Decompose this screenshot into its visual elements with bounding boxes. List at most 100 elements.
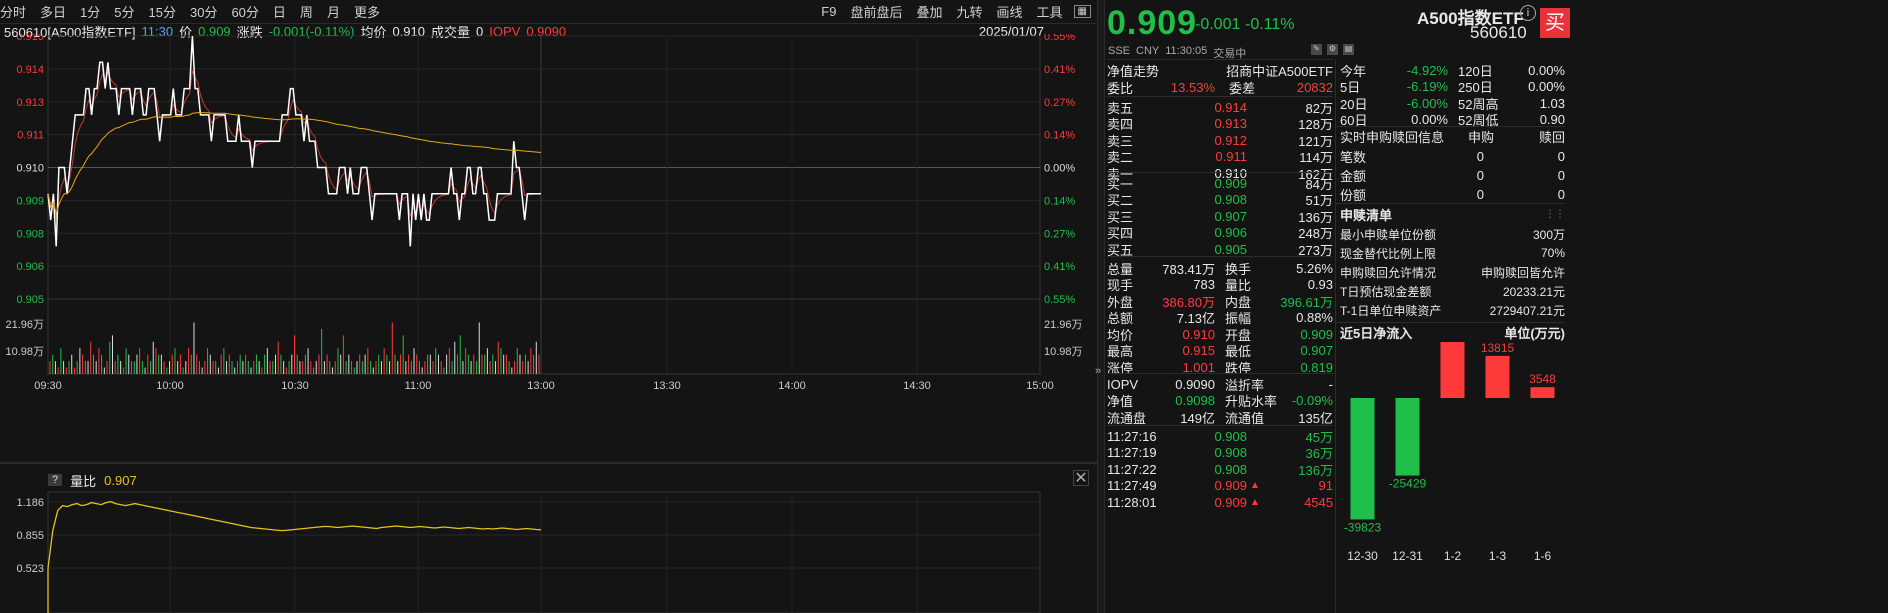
- period-tab-3[interactable]: 5分: [107, 2, 141, 21]
- intraday-chart[interactable]: 0.915 0.55% 0.914 0.41% 0.913 0.27% 0.911 0.14%…: [0, 34, 1097, 462]
- time-tick-label: 10:00: [156, 380, 184, 392]
- quote-panel: 0.909 -0.001 -0.11% A500指数ETF i 560610 买…: [1107, 0, 1888, 613]
- arrow-up-icon: ▲: [1250, 496, 1260, 508]
- tick-time: 11:27:16: [1107, 428, 1157, 444]
- tool-tab-3[interactable]: 九转: [950, 2, 990, 21]
- time-tick-label: 15:00: [1026, 380, 1054, 392]
- settings-icon[interactable]: ⚙: [1327, 44, 1338, 55]
- lower-frame: [47, 491, 1041, 613]
- price-tick-label: 0.905: [16, 294, 44, 306]
- pct-tick-label: 0.14%: [1044, 130, 1075, 142]
- inflow-value-label: -39823: [1344, 520, 1382, 534]
- sgqd-value: 2729407.21元: [1489, 303, 1565, 318]
- tool-tab-5[interactable]: 工具: [1030, 2, 1070, 21]
- price-change-pct: -0.11%: [1245, 16, 1295, 33]
- inflow-bar: [1485, 355, 1510, 398]
- time-tick-label: 10:30: [281, 380, 309, 392]
- period-tab-1[interactable]: 多日: [33, 2, 73, 21]
- time-tick-label: 11:00: [405, 380, 432, 392]
- bids-price: 0.909: [1214, 175, 1247, 191]
- inflow-bar-chart: -3982312-30-2542912-31224781-2138151-335…: [1344, 342, 1556, 563]
- inflow-title: 近5日净流入: [1340, 325, 1413, 341]
- tick-time: 11:27:22: [1107, 461, 1157, 477]
- tick-volume: 91: [1318, 478, 1333, 493]
- period-tab-0[interactable]: 分时: [0, 2, 33, 21]
- period-tab-2[interactable]: 1分: [73, 2, 107, 21]
- perf-value-a: -4.92%: [1406, 62, 1448, 78]
- help-icon[interactable]: ?: [48, 474, 63, 486]
- stats2-value-a: 0.9090: [1175, 376, 1215, 392]
- stats2-value-b: -: [1328, 376, 1333, 392]
- stats-value-b: 0.909: [1300, 326, 1333, 342]
- redeem-subscribe: 0: [1476, 186, 1484, 202]
- webi-value: 13.53%: [1170, 79, 1215, 95]
- tick-time: 11:28:01: [1107, 494, 1157, 510]
- inflow-value-label: 3548: [1529, 372, 1556, 386]
- stats2-row: 流通盘 149亿 流通值 135亿: [1107, 407, 1333, 427]
- perf-value-a: 0.00%: [1411, 112, 1448, 127]
- time-tick-label: 13:30: [653, 380, 681, 392]
- edit-icon[interactable]: ✎: [1311, 44, 1322, 55]
- inflow-date-label: 1-2: [1444, 549, 1462, 563]
- tool-tab-2[interactable]: 叠加: [909, 2, 949, 21]
- period-tab-5[interactable]: 30分: [183, 2, 224, 21]
- redeem-row: 笔数 0 0: [1340, 146, 1565, 166]
- redeem-header: 实时申购赎回信息 申购 赎回: [1340, 126, 1565, 146]
- pct-tick-label: 0.55%: [1044, 34, 1075, 43]
- period-tab-8[interactable]: 周: [293, 2, 320, 21]
- period-tab-9[interactable]: 月: [320, 2, 347, 21]
- arrow-up-icon: ▲: [1250, 480, 1260, 491]
- period-tab-6[interactable]: 60分: [224, 2, 265, 21]
- sgqd-header[interactable]: 申赎清单 ⋮⋮: [1340, 204, 1565, 224]
- inflow-date-label: 12-31: [1392, 549, 1423, 563]
- pct-tick-label: 0.14%: [1044, 195, 1075, 207]
- tool-tab-1[interactable]: 盘前盘后: [843, 2, 909, 21]
- price-tick-label: 0.906: [16, 261, 44, 273]
- redeem-title: 实时申购赎回信息: [1340, 129, 1445, 145]
- time-tick-label: 09:30: [34, 380, 62, 392]
- tick-price: 0.909: [1214, 478, 1247, 493]
- wecha-value: 20832: [1296, 79, 1333, 95]
- ratio-label: 量比: [70, 473, 97, 489]
- stats2-value-a: 0.9098: [1175, 393, 1215, 408]
- redeem-subscribe: 0: [1476, 148, 1484, 164]
- price-tick-label: 0.913: [16, 97, 44, 109]
- sgqd-label: 现金替代比例上限: [1340, 246, 1437, 261]
- bids-price: 0.908: [1214, 192, 1247, 207]
- period-tab-7[interactable]: 日: [266, 2, 293, 21]
- volume-ratio-chart[interactable]: 1.186 0.855 0.523: [0, 490, 1097, 613]
- buy-button[interactable]: 买: [1540, 8, 1570, 38]
- sgqd-value: 70%: [1540, 246, 1565, 260]
- sidebar-splitter[interactable]: [1097, 0, 1105, 613]
- perf-value-b: 0.00%: [1528, 79, 1565, 94]
- panel-divider[interactable]: [0, 462, 1097, 464]
- period-tab-10[interactable]: 更多: [347, 2, 387, 21]
- chart-frame: [47, 35, 1041, 375]
- tick-time: 11:27:19: [1107, 445, 1157, 460]
- price-tick-label: 0.908: [16, 228, 44, 240]
- period-tab-4[interactable]: 15分: [142, 2, 183, 21]
- stats-value-a: 783: [1193, 277, 1215, 292]
- tick-price: 0.909: [1214, 494, 1247, 510]
- panel-tools: ✎ ⚙ ▤: [1311, 44, 1354, 55]
- sgqd-row: 申购赎回允许情况 申购赎回皆允许: [1340, 262, 1565, 282]
- layout-icon[interactable]: ▤: [1343, 44, 1354, 55]
- asks-price: 0.911: [1215, 149, 1247, 164]
- webi-label: 委比: [1107, 80, 1134, 96]
- tool-tab-0[interactable]: F9: [814, 4, 843, 19]
- window-layout-icon[interactable]: ▦: [1073, 5, 1091, 18]
- more-icon[interactable]: ⋮⋮: [1545, 209, 1565, 220]
- info-icon[interactable]: i: [1520, 5, 1536, 21]
- tick-price: 0.908: [1214, 461, 1247, 477]
- redeem-redeem: 0: [1557, 167, 1565, 183]
- webi-row: 委比 13.53% 委差 20832: [1107, 77, 1333, 97]
- collapse-arrow-icon[interactable]: »: [1095, 365, 1101, 377]
- tool-tab-4[interactable]: 画线: [990, 2, 1030, 21]
- tick-row: 11:28:01 0.909 ▲ 4545: [1107, 492, 1333, 512]
- inflow-bar: [1395, 398, 1420, 476]
- asks-price: 0.914: [1214, 99, 1247, 115]
- sgqd-value: 300万: [1532, 227, 1565, 242]
- tick-price: 0.908: [1214, 428, 1247, 444]
- close-icon[interactable]: ✕: [1073, 470, 1089, 487]
- stats-value-b: 0.88%: [1296, 310, 1333, 325]
